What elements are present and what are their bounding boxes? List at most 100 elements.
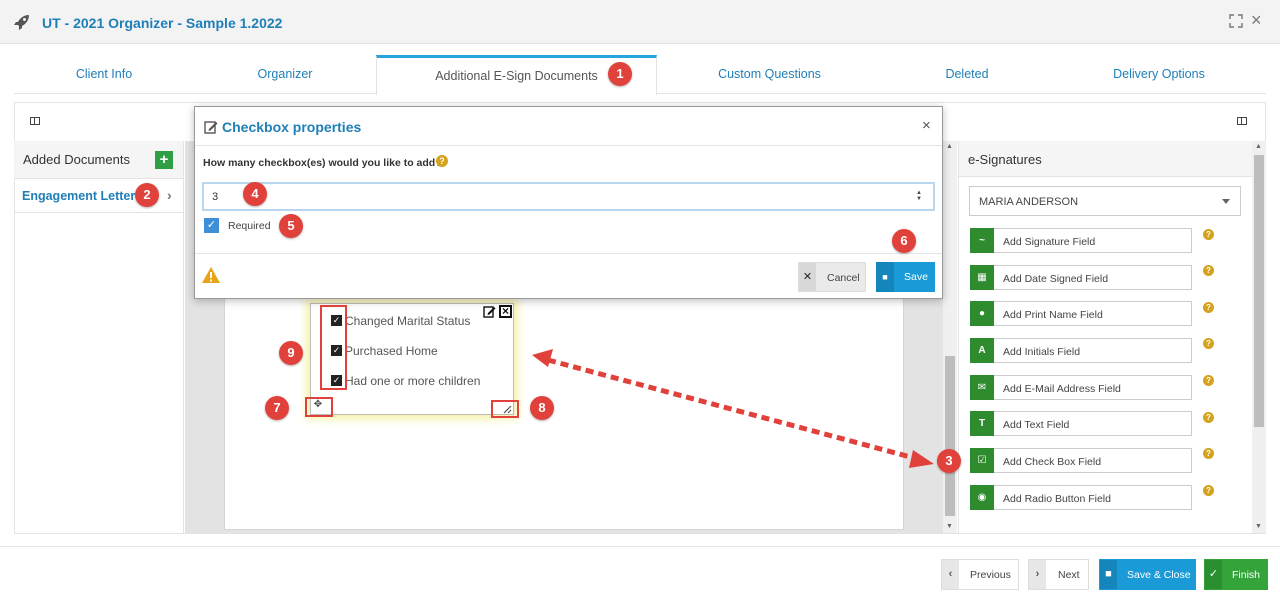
checkbox-option-label: Had one or more children: [345, 374, 481, 388]
tab-organizer[interactable]: Organizer: [194, 55, 376, 94]
required-checkbox[interactable]: ✓: [204, 218, 219, 233]
esignatures-scrollbar[interactable]: ▲ ▼: [1252, 141, 1266, 533]
close-icon[interactable]: ×: [922, 117, 931, 134]
help-icon[interactable]: ?: [1203, 338, 1214, 349]
help-icon[interactable]: ?: [1203, 265, 1214, 276]
document-scrollbar-thumb[interactable]: [945, 356, 955, 516]
cancel-button-label: Cancel: [827, 272, 860, 284]
text-icon: T: [970, 411, 994, 436]
dialog-title: Checkbox properties: [222, 119, 362, 135]
added-documents-panel: Added Documents + Engagement Letter ›: [14, 141, 184, 533]
esignatures-header: e-Signatures: [959, 141, 1252, 177]
checkbox-properties-dialog: Checkbox properties × How many checkbox(…: [194, 106, 943, 299]
added-documents-title: Added Documents: [23, 152, 130, 167]
spinner-icon[interactable]: ▲ ▼: [916, 190, 924, 202]
divider: [0, 546, 1280, 547]
rocket-icon: [14, 15, 29, 30]
finish-button[interactable]: ✓ Finish: [1204, 559, 1268, 590]
left-panel-toggle-icon[interactable]: [30, 117, 40, 125]
help-icon[interactable]: ?: [1203, 229, 1214, 240]
scroll-up-icon[interactable]: ▲: [946, 143, 953, 150]
add-email-address-field-button[interactable]: ✉ Add E-Mail Address Field: [970, 375, 1192, 400]
annotation-badge: 1: [608, 62, 632, 86]
add-radio-button-field-button[interactable]: ◉ Add Radio Button Field: [970, 485, 1192, 510]
field-button-label: Add Radio Button Field: [1003, 493, 1111, 505]
tab-bar: Client Info Organizer Additional E-Sign …: [14, 55, 1266, 95]
right-panel-toggle-icon[interactable]: [1237, 117, 1247, 125]
signer-select[interactable]: MARIA ANDERSON: [969, 186, 1241, 216]
chevron-right-icon: ›: [1029, 560, 1046, 589]
signer-selected-value: MARIA ANDERSON: [979, 196, 1079, 208]
cancel-button[interactable]: ✕ Cancel: [798, 262, 866, 292]
add-print-name-field-button[interactable]: ● Add Print Name Field: [970, 301, 1192, 326]
previous-button-label: Previous: [970, 569, 1011, 581]
calendar-icon: ▦: [970, 265, 994, 290]
add-document-button[interactable]: +: [155, 151, 173, 169]
chevron-right-icon: ›: [167, 187, 172, 203]
field-button-label: Add Print Name Field: [1003, 309, 1103, 321]
tab-client-info[interactable]: Client Info: [14, 55, 194, 94]
envelope-icon: ✉: [970, 375, 994, 400]
add-check-box-field-button[interactable]: ☑ Add Check Box Field: [970, 448, 1192, 473]
add-text-field-button[interactable]: T Add Text Field: [970, 411, 1192, 436]
esignatures-title: e-Signatures: [968, 152, 1042, 167]
annotation-badge: 7: [265, 396, 289, 420]
field-button-label: Add E-Mail Address Field: [1003, 383, 1121, 395]
finish-button-label: Finish: [1232, 569, 1261, 581]
add-initials-field-button[interactable]: A Add Initials Field: [970, 338, 1192, 363]
tab-custom-questions[interactable]: Custom Questions: [657, 55, 882, 94]
next-button[interactable]: › Next: [1028, 559, 1089, 590]
help-icon[interactable]: ?: [1203, 485, 1214, 496]
tab-delivery-options[interactable]: Delivery Options: [1052, 55, 1266, 94]
floppy-disk-icon: ■: [876, 262, 894, 292]
divider: [195, 145, 942, 146]
next-button-label: Next: [1058, 569, 1080, 581]
added-documents-header: Added Documents +: [14, 141, 183, 179]
window-title-bar: UT - 2021 Organizer - Sample 1.2022 ×: [0, 0, 1280, 44]
close-icon: ✕: [799, 263, 816, 291]
tab-deleted[interactable]: Deleted: [882, 55, 1052, 94]
expand-icon[interactable]: [1229, 14, 1243, 28]
checkbox-option-label: Changed Marital Status: [345, 314, 471, 328]
help-icon[interactable]: ?: [1203, 375, 1214, 386]
document-name: Engagement Letter: [22, 189, 136, 203]
scroll-down-icon[interactable]: ▼: [946, 523, 953, 530]
initials-icon: A: [970, 338, 994, 363]
save-button[interactable]: ■ Save: [876, 262, 935, 292]
annotation-highlight-checkboxes: [320, 305, 347, 390]
field-button-label: Add Check Box Field: [1003, 456, 1102, 468]
add-signature-field-button[interactable]: ~ Add Signature Field: [970, 228, 1192, 253]
radio-icon: ◉: [970, 485, 994, 510]
esignatures-scrollbar-thumb[interactable]: [1254, 155, 1264, 427]
delete-field-icon[interactable]: ×: [499, 305, 512, 318]
scroll-up-icon[interactable]: ▲: [1255, 143, 1262, 150]
add-date-signed-field-button[interactable]: ▦ Add Date Signed Field: [970, 265, 1192, 290]
check-icon: ✓: [1205, 560, 1222, 589]
edit-field-icon[interactable]: [483, 305, 496, 318]
scroll-down-icon[interactable]: ▼: [1255, 523, 1262, 530]
help-icon[interactable]: ?: [1203, 302, 1214, 313]
annotation-badge: 3: [937, 449, 961, 473]
user-icon: ●: [970, 301, 994, 326]
signature-icon: ~: [970, 228, 994, 253]
required-label: Required: [228, 220, 271, 232]
checkbox-count-input[interactable]: [202, 182, 935, 211]
annotation-badge: 9: [279, 341, 303, 365]
help-icon[interactable]: ?: [436, 155, 448, 167]
field-button-label: Add Initials Field: [1003, 346, 1081, 358]
annotation-badge: 6: [892, 229, 916, 253]
save-and-close-button-label: Save & Close: [1127, 569, 1191, 581]
field-button-label: Add Signature Field: [1003, 236, 1096, 248]
annotation-badge: 8: [530, 396, 554, 420]
field-button-label: Add Date Signed Field: [1003, 273, 1109, 285]
save-and-close-button[interactable]: ■ Save & Close: [1099, 559, 1196, 590]
help-icon[interactable]: ?: [1203, 448, 1214, 459]
annotation-badge: 4: [243, 182, 267, 206]
document-scrollbar[interactable]: ▲ ▼: [943, 141, 957, 533]
annotation-badge: 5: [279, 214, 303, 238]
close-icon[interactable]: ×: [1251, 11, 1262, 29]
previous-button[interactable]: ‹ Previous: [941, 559, 1019, 590]
floppy-disk-icon: ■: [1100, 560, 1117, 589]
help-icon[interactable]: ?: [1203, 412, 1214, 423]
chevron-left-icon: ‹: [942, 560, 959, 589]
